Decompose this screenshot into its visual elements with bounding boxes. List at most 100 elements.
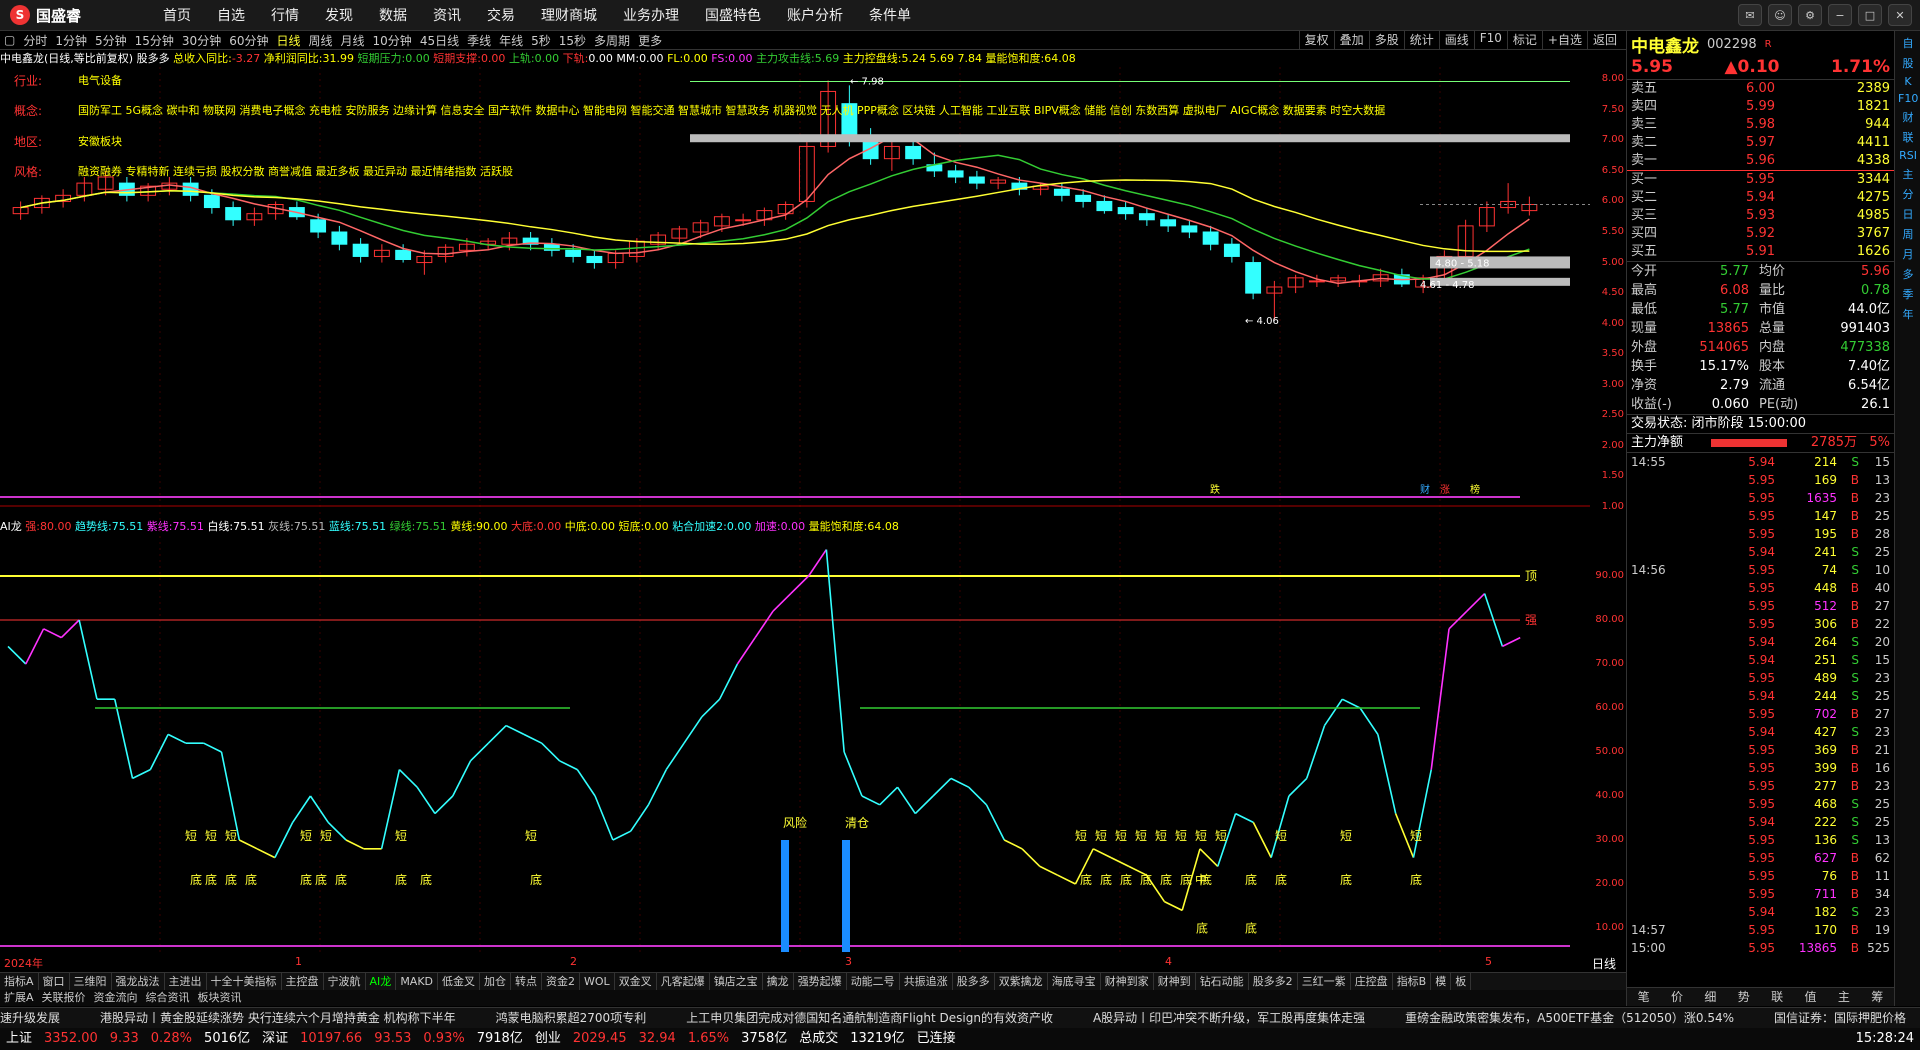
toggle-icon[interactable]: ▢ [0,33,19,47]
minimize-icon[interactable]: − [1828,4,1852,26]
indicator-tab-8[interactable]: AI龙 [366,973,397,991]
indicator-tab-27[interactable]: 钻石动能 [1196,973,1249,991]
sidebar-item-2[interactable]: K [1898,75,1918,88]
quote-tab-6[interactable]: 主 [1827,988,1860,1006]
menu-item-5[interactable]: 资讯 [420,5,474,25]
period-13[interactable]: 5秒 [527,32,555,49]
ticker-item[interactable]: 重磅金融政策密集发布，A500ETF基金（512050）涨0.54% [1405,1011,1734,1025]
quote-tab-2[interactable]: 细 [1694,988,1727,1006]
period-0[interactable]: 分时 [19,32,51,49]
settings-icon[interactable]: ⚙ [1798,4,1822,26]
menu-item-6[interactable]: 交易 [474,5,528,25]
menu-item-3[interactable]: 发现 [312,5,366,25]
indicator-tab-31[interactable]: 指标B [1393,973,1432,991]
period-7[interactable]: 周线 [305,32,337,49]
chart-tool-6[interactable]: 标记 [1506,31,1542,49]
ticker-item[interactable]: 上工申贝集团完成对德国知名通航制造商Flight Design的有效资产收 [686,1011,1053,1025]
menu-item-2[interactable]: 行情 [258,5,312,25]
ticker-item[interactable]: 速升级发展 [0,1011,60,1025]
period-9[interactable]: 10分钟 [369,32,416,49]
sidebar-item-1[interactable]: 股 [1898,55,1918,71]
info-tab-4[interactable]: 板块资讯 [194,990,246,1006]
quote-tab-4[interactable]: 联 [1761,988,1794,1006]
indicator-tab-6[interactable]: 主控盘 [282,973,324,991]
period-8[interactable]: 月线 [337,32,369,49]
period-14[interactable]: 15秒 [555,32,590,49]
indicator-tab-2[interactable]: 三维阳 [70,973,112,991]
info-tab-0[interactable]: 扩展A [0,990,38,1006]
menu-item-4[interactable]: 数据 [366,5,420,25]
app-logo[interactable]: S 国盛睿 [10,4,81,26]
indicator-tab-7[interactable]: 宁波航 [324,973,366,991]
chart-tool-5[interactable]: F10 [1473,31,1507,49]
indicator-tab-13[interactable]: 资金2 [542,973,581,991]
indicator-tab-32[interactable]: 模 [1431,973,1452,991]
indicator-tab-23[interactable]: 双紫擒龙 [995,973,1048,991]
chart-tool-0[interactable]: 复权 [1298,31,1334,49]
indicator-tab-25[interactable]: 财神到家 [1101,973,1154,991]
chart-tool-8[interactable]: 返回 [1586,31,1622,49]
indicator-tab-22[interactable]: 股多多 [953,973,995,991]
indicator-tab-4[interactable]: 主进出 [165,973,207,991]
info-tab-1[interactable]: 关联报价 [38,990,90,1006]
period-11[interactable]: 季线 [463,32,495,49]
chart-tool-4[interactable]: 画线 [1438,31,1474,49]
info-tab-3[interactable]: 综合资讯 [142,990,194,1006]
menu-item-8[interactable]: 业务办理 [610,5,692,25]
menu-item-11[interactable]: 条件单 [856,5,924,25]
period-6[interactable]: 日线 [272,32,304,49]
sidebar-item-5[interactable]: 联 [1898,129,1918,145]
indicator-tab-26[interactable]: 财神到 [1154,973,1196,991]
period-10[interactable]: 45日线 [416,32,463,49]
chart-tool-3[interactable]: 统计 [1403,31,1439,49]
indicator-tab-15[interactable]: 双金叉 [615,973,657,991]
message-icon[interactable]: ✉ [1738,4,1762,26]
sh-label[interactable]: 上证 [0,1028,38,1050]
quote-tab-0[interactable]: 笔 [1627,988,1660,1006]
indicator-tab-9[interactable]: MAKD [396,973,439,991]
period-5[interactable]: 60分钟 [225,32,272,49]
cy-label[interactable]: 创业 [529,1028,567,1050]
indicator-tab-11[interactable]: 加仓 [480,973,512,991]
period-12[interactable]: 年线 [495,32,527,49]
period-2[interactable]: 5分钟 [91,32,131,49]
sidebar-item-13[interactable]: 季 [1898,286,1918,302]
sidebar-item-0[interactable]: 自 [1898,35,1918,51]
indicator-tab-21[interactable]: 共振追涨 [900,973,953,991]
indicator-tab-20[interactable]: 动能二号 [847,973,900,991]
ticker-item[interactable]: 港股异动丨黄金股延续涨势 央行连续六个月增持黄金 机构称下半年 [100,1011,456,1025]
menu-item-10[interactable]: 账户分析 [774,5,856,25]
service-icon[interactable]: ☺ [1768,4,1792,26]
period-16[interactable]: 更多 [634,32,666,49]
menu-item-0[interactable]: 首页 [150,5,204,25]
sidebar-item-4[interactable]: 财 [1898,109,1918,125]
ticker-item[interactable]: 国信证券：国际押肥价格 [1774,1011,1906,1025]
indicator-tab-24[interactable]: 海底寻宝 [1048,973,1101,991]
indicator-tab-29[interactable]: 三红一紫 [1298,973,1351,991]
indicator-tab-16[interactable]: 凡客起爆 [657,973,710,991]
sidebar-item-10[interactable]: 周 [1898,226,1918,242]
indicator-tab-12[interactable]: 转点 [511,973,543,991]
period-3[interactable]: 15分钟 [131,32,178,49]
indicator-tab-10[interactable]: 低金叉 [438,973,481,991]
sidebar-item-14[interactable]: 年 [1898,306,1918,322]
x-axis-period[interactable]: 日线 [1592,955,1616,972]
quote-tab-3[interactable]: 势 [1727,988,1760,1006]
sidebar-item-6[interactable]: RSI [1898,149,1918,162]
period-15[interactable]: 多周期 [590,32,634,49]
sz-label[interactable]: 深证 [256,1028,294,1050]
chart-tool-1[interactable]: 叠加 [1333,31,1369,49]
indicator-tab-19[interactable]: 强势起爆 [794,973,847,991]
period-4[interactable]: 30分钟 [178,32,225,49]
indicator-tab-28[interactable]: 股多多2 [1249,973,1298,991]
menu-item-1[interactable]: 自选 [204,5,258,25]
indicator-tab-5[interactable]: 十全十美指标 [207,973,282,991]
chart-tool-7[interactable]: +自选 [1541,31,1587,49]
period-1[interactable]: 1分钟 [51,32,91,49]
ticker-item[interactable]: A股异动丨印巴冲突不断升级，军工股再度集体走强 [1093,1011,1365,1025]
close-icon[interactable]: ✕ [1888,4,1912,26]
ticker-item[interactable]: 鸿蒙电脑积累超2700项专利 [496,1011,647,1025]
quote-tab-1[interactable]: 价 [1660,988,1693,1006]
indicator-tab-3[interactable]: 强龙战法 [112,973,165,991]
indicator-tab-14[interactable]: WOL [580,973,615,991]
